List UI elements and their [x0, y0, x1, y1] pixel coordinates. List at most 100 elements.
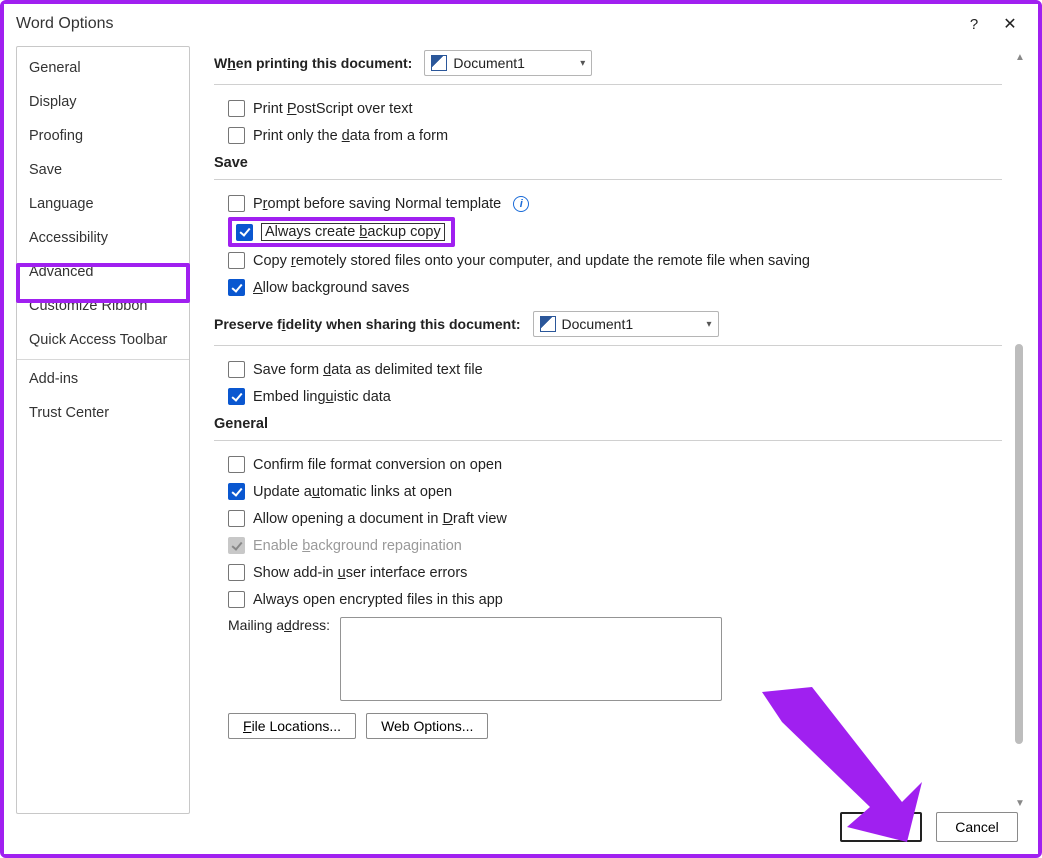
scrollbar[interactable]: ▲ ▼ [1012, 46, 1028, 814]
info-icon[interactable]: i [513, 196, 529, 212]
sidebar-item-label: General [29, 60, 81, 76]
mailing-address-input[interactable] [340, 617, 722, 701]
checkbox[interactable] [228, 195, 245, 212]
checkbox[interactable] [228, 127, 245, 144]
always-backup-row[interactable]: Always create backup copy [228, 217, 1002, 247]
scroll-down-arrow[interactable]: ▼ [1013, 796, 1027, 810]
sidebar-item-label: Proofing [29, 128, 83, 144]
fidelity-options: Save form data as delimited text file Em… [214, 356, 1002, 410]
checkbox-label: Show add-in user interface errors [253, 565, 467, 581]
confirm-conversion-row[interactable]: Confirm file format conversion on open [228, 451, 1002, 478]
sidebar-item-trust-center[interactable]: Trust Center [17, 396, 189, 430]
select-value: Document1 [562, 316, 634, 332]
document-icon [540, 316, 556, 332]
scroll-up-arrow[interactable]: ▲ [1013, 50, 1027, 64]
sidebar-separator [17, 359, 189, 360]
printing-options: Print PostScript over text Print only th… [214, 95, 1002, 149]
sidebar-item-general[interactable]: General [17, 51, 189, 85]
checkbox-label: Copy remotely stored files onto your com… [253, 253, 810, 269]
sidebar-item-label: Display [29, 94, 77, 110]
annotation-highlight: Always create backup copy [228, 217, 455, 247]
update-links-row[interactable]: Update automatic links at open [228, 478, 1002, 505]
save-heading: Save [214, 149, 1002, 175]
divider [214, 84, 1002, 85]
footer-buttons: OK Cancel [840, 812, 1018, 842]
sidebar-item-language[interactable]: Language [17, 187, 189, 221]
sidebar-item-label: Quick Access Toolbar [29, 332, 167, 348]
checkbox[interactable] [228, 591, 245, 608]
checkbox[interactable] [228, 361, 245, 378]
sidebar-item-label: Save [29, 162, 62, 178]
checkbox-label: Enable background repagination [253, 538, 462, 554]
checkbox[interactable] [228, 100, 245, 117]
checkbox-label: Print only the data from a form [253, 128, 448, 144]
sidebar-item-label: Language [29, 196, 94, 212]
print-form-data-row[interactable]: Print only the data from a form [228, 122, 1002, 149]
printing-doc-row: When printing this document: Document1 ▾ [214, 50, 1002, 76]
checkbox-label: Save form data as delimited text file [253, 362, 483, 378]
sidebar-item-save[interactable]: Save [17, 153, 189, 187]
general-options: Confirm file format conversion on open U… [214, 451, 1002, 739]
sidebar-item-label: Advanced [29, 264, 94, 280]
fidelity-heading: Preserve fidelity when sharing this docu… [214, 316, 521, 332]
sidebar-item-accessibility[interactable]: Accessibility [17, 221, 189, 255]
checkbox[interactable] [228, 252, 245, 269]
save-options: Prompt before saving Normal template i A… [214, 190, 1002, 301]
sidebar-item-display[interactable]: Display [17, 85, 189, 119]
file-locations-button[interactable]: File Locations... [228, 713, 356, 739]
print-postscript-row[interactable]: Print PostScript over text [228, 95, 1002, 122]
checkbox[interactable] [228, 510, 245, 527]
draft-view-row[interactable]: Allow opening a document in Draft view [228, 505, 1002, 532]
sidebar-item-customize-ribbon[interactable]: Customize Ribbon [17, 289, 189, 323]
printing-document-select[interactable]: Document1 ▾ [424, 50, 592, 76]
fidelity-document-select[interactable]: Document1 ▾ [533, 311, 719, 337]
titlebar: Word Options ? ✕ [4, 4, 1038, 42]
divider [214, 345, 1002, 346]
checkbox [228, 537, 245, 554]
checkbox-label: Prompt before saving Normal template [253, 196, 501, 212]
printing-heading: When printing this document: [214, 55, 412, 71]
cancel-button[interactable]: Cancel [936, 812, 1018, 842]
allow-bg-saves-row[interactable]: Allow background saves [228, 274, 1002, 301]
checkbox[interactable] [228, 483, 245, 500]
general-heading: General [214, 410, 1002, 436]
sidebar-item-addins[interactable]: Add-ins [17, 362, 189, 396]
addin-errors-row[interactable]: Show add-in user interface errors [228, 559, 1002, 586]
checkbox-label: Print PostScript over text [253, 101, 413, 117]
sidebar-item-proofing[interactable]: Proofing [17, 119, 189, 153]
ok-button[interactable]: OK [840, 812, 922, 842]
sidebar-item-quick-access[interactable]: Quick Access Toolbar [17, 323, 189, 357]
word-options-dialog: Word Options ? ✕ General Display Proofin… [4, 4, 1038, 854]
document-icon [431, 55, 447, 71]
mailing-label: Mailing address: [228, 617, 330, 633]
save-form-data-row[interactable]: Save form data as delimited text file [228, 356, 1002, 383]
checkbox[interactable] [228, 456, 245, 473]
help-button[interactable]: ? [956, 16, 992, 33]
checkbox[interactable] [228, 564, 245, 581]
checkbox-label: Update automatic links at open [253, 484, 452, 500]
prompt-normal-row[interactable]: Prompt before saving Normal template i [228, 190, 1002, 217]
checkbox[interactable] [236, 224, 253, 241]
sidebar: General Display Proofing Save Language A… [16, 46, 190, 814]
sidebar-item-label: Accessibility [29, 230, 108, 246]
encrypted-row[interactable]: Always open encrypted files in this app [228, 586, 1002, 613]
embed-linguistic-row[interactable]: Embed linguistic data [228, 383, 1002, 410]
checkbox-label: Always open encrypted files in this app [253, 592, 503, 608]
mailing-address-row: Mailing address: [228, 613, 1002, 701]
copy-remote-row[interactable]: Copy remotely stored files onto your com… [228, 247, 1002, 274]
sidebar-item-advanced[interactable]: Advanced [17, 255, 189, 289]
content: When printing this document: Document1 ▾ [190, 42, 1012, 854]
web-options-button[interactable]: Web Options... [366, 713, 488, 739]
close-button[interactable]: ✕ [992, 14, 1028, 34]
select-value: Document1 [453, 55, 525, 71]
checkbox[interactable] [228, 388, 245, 405]
general-buttons: File Locations... Web Options... [228, 701, 1002, 739]
dialog-body: General Display Proofing Save Language A… [4, 42, 1038, 854]
sidebar-item-label: Customize Ribbon [29, 298, 147, 314]
scroll-thumb[interactable] [1015, 344, 1023, 744]
checkbox[interactable] [228, 279, 245, 296]
checkbox-label: Always create backup copy [261, 223, 445, 241]
content-wrap: When printing this document: Document1 ▾ [190, 42, 1028, 854]
checkbox-label: Confirm file format conversion on open [253, 457, 502, 473]
divider [214, 440, 1002, 441]
